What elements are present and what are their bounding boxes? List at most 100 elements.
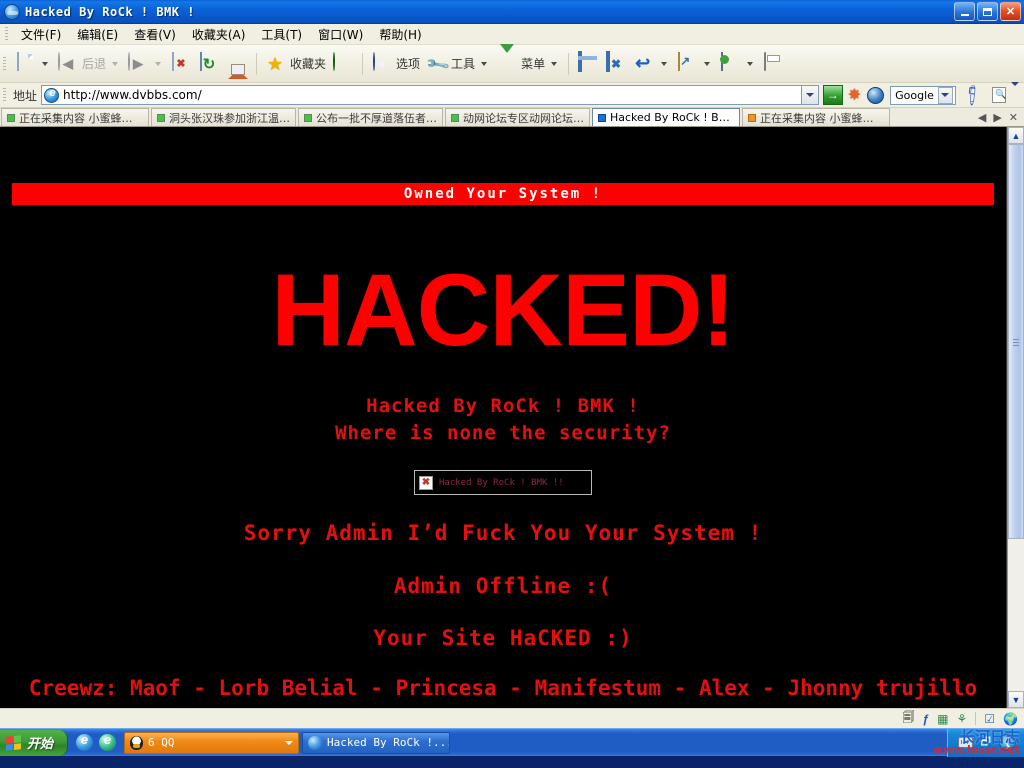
taskbar-item-qq[interactable]: 6 QQ — [124, 731, 300, 754]
menubar: 文件(F) 编辑(E) 查看(V) 收藏夹(A) 工具(T) 窗口(W) 帮助(… — [0, 24, 1024, 45]
chevron-down-icon[interactable] — [747, 61, 754, 66]
options-button[interactable]: 选项 — [368, 51, 423, 77]
address-dropdown-button[interactable] — [801, 85, 819, 105]
globe-icon[interactable]: 🌍 — [1003, 712, 1018, 726]
scroll-down-button[interactable]: ▼ — [1008, 691, 1024, 708]
ie-icon[interactable] — [76, 732, 94, 751]
scroll-up-button[interactable]: ▲ — [1008, 127, 1024, 144]
printer-icon — [762, 51, 784, 75]
address-input[interactable]: http://www.dvbbs.com/ — [41, 85, 802, 105]
window-icon[interactable]: 🗗 — [981, 733, 991, 752]
minimize-button[interactable] — [954, 2, 975, 21]
browser-globe-icon[interactable] — [867, 86, 885, 104]
windows-flag-icon — [6, 734, 21, 751]
maximize-button[interactable] — [977, 2, 998, 21]
start-button[interactable]: 开始 — [0, 729, 69, 756]
close-window-button[interactable] — [602, 50, 630, 77]
taskbar-item-browser[interactable]: Hacked By RoCk !... — [302, 731, 451, 754]
plant-icon[interactable]: ⚘ — [957, 712, 968, 726]
menu-label: 菜单 — [521, 57, 546, 71]
ie-favicon-icon — [44, 87, 60, 103]
status-separator — [975, 712, 977, 725]
menu-edit[interactable]: 编辑(E) — [69, 24, 126, 45]
tab-0[interactable]: 正在采集内容 小蜜蜂文… — [1, 108, 149, 126]
keyboard-icon[interactable] — [957, 737, 973, 748]
check-icon[interactable]: ☑ — [984, 712, 995, 726]
favorites-button[interactable]: ★ 收藏夹 — [262, 51, 329, 77]
new-page-icon — [14, 51, 36, 75]
upload-button[interactable] — [673, 51, 716, 77]
wrench-icon: 🔧 — [425, 52, 452, 78]
menu-tools[interactable]: 工具(T) — [253, 24, 310, 45]
tab-3[interactable]: 动网论坛专区动网论坛… — [445, 108, 590, 126]
refresh-button[interactable] — [195, 51, 223, 77]
chevron-down-icon[interactable] — [481, 61, 488, 66]
lightning-icon[interactable]: ƒ — [922, 712, 929, 726]
print-button[interactable] — [759, 51, 787, 77]
add-favorite-icon[interactable]: ✸ — [848, 85, 861, 105]
window-list-button[interactable] — [574, 50, 602, 77]
search-engine-label: Google — [895, 88, 934, 102]
tools-button[interactable]: 🔧 工具 — [423, 51, 493, 78]
sync-globe-icon — [332, 51, 354, 75]
window-titlebar[interactable]: Hacked By RoCk ! BMK ! ✕ — [0, 0, 1024, 24]
tab-prev-icon[interactable]: ◀ — [978, 111, 986, 124]
chevron-down-icon[interactable] — [112, 61, 119, 66]
chevron-down-icon[interactable] — [285, 740, 294, 745]
refresh-icon — [198, 51, 220, 75]
tab-2[interactable]: 公布一批不厚道落伍者… — [298, 108, 443, 126]
tab-4-active[interactable]: Hacked By RoCk ! BMK ! — [592, 108, 740, 126]
menu-file[interactable]: 文件(F) — [13, 24, 69, 45]
sync-button[interactable] — [329, 51, 357, 77]
menu-window[interactable]: 窗口(W) — [310, 24, 371, 45]
undo-icon: ↩ — [635, 52, 651, 73]
close-button[interactable]: ✕ — [1000, 2, 1021, 21]
taskbar-item-label: Hacked By RoCk !... — [327, 736, 451, 749]
scrollbar-thumb[interactable] — [1008, 144, 1024, 539]
forward-arrow-icon: ▶ — [127, 51, 149, 75]
menu-button[interactable]: 菜单 — [493, 43, 563, 77]
new-page-button[interactable] — [11, 51, 54, 77]
tab-next-icon[interactable]: ▶ — [993, 111, 1001, 124]
toolbar-overflow-button[interactable] — [1011, 82, 1019, 104]
chevron-down-icon[interactable] — [42, 61, 48, 66]
tab-close-icon[interactable]: ✕ — [1009, 111, 1018, 124]
broken-image-placeholder: ✖ Hacked By RoCk ! BMK !! — [414, 470, 592, 495]
network-button[interactable] — [716, 51, 759, 77]
highlighter-icon[interactable]: 🖊 — [959, 82, 986, 108]
home-button[interactable] — [223, 51, 251, 79]
copy-icon[interactable]: 🗐 — [902, 708, 914, 729]
ie-alt-icon[interactable] — [99, 732, 117, 751]
chevron-down-icon[interactable] — [155, 61, 162, 66]
addressbar-grip[interactable] — [3, 88, 6, 102]
menu-help[interactable]: 帮助(H) — [371, 24, 429, 45]
stop-button[interactable] — [167, 51, 195, 77]
search-engine-dropdown[interactable] — [937, 86, 953, 104]
search-input[interactable]: Google — [890, 85, 956, 105]
tools-label: 工具 — [451, 57, 476, 71]
tab-status-icon — [7, 113, 15, 122]
menubar-grip[interactable] — [5, 27, 8, 41]
window-icon — [577, 50, 599, 75]
chevron-down-icon[interactable] — [704, 61, 711, 66]
back-button[interactable]: ◀ 后退 — [54, 51, 124, 77]
go-button[interactable]: → — [822, 85, 843, 105]
undo-button[interactable]: ↩ — [630, 51, 673, 77]
tab-1[interactable]: 洞头张汉珠参加浙江温… — [151, 108, 296, 126]
menu-favorites[interactable]: 收藏夹(A) — [184, 24, 254, 45]
page-search-icon[interactable] — [992, 87, 1006, 103]
chevron-down-icon[interactable] — [661, 61, 668, 66]
tab-5[interactable]: 正在采集内容 小蜜蜂文… — [742, 108, 890, 126]
vertical-scrollbar[interactable]: ▲ ▼ — [1007, 127, 1024, 708]
chevron-down-icon[interactable] — [551, 61, 558, 66]
quick-launch-bar — [68, 732, 124, 751]
toolbar-separator — [568, 52, 570, 75]
grid-icon[interactable]: ▦ — [937, 712, 948, 726]
tab-label: 公布一批不厚道落伍者… — [316, 111, 437, 125]
toolbar-grip[interactable] — [3, 56, 6, 71]
show-desktop-icon[interactable]: ❮ — [999, 734, 1016, 751]
chevron-down-icon — [1011, 82, 1019, 103]
scrollbar-track[interactable] — [1008, 144, 1024, 691]
forward-button[interactable]: ▶ — [124, 51, 167, 77]
menu-view[interactable]: 查看(V) — [126, 24, 184, 45]
